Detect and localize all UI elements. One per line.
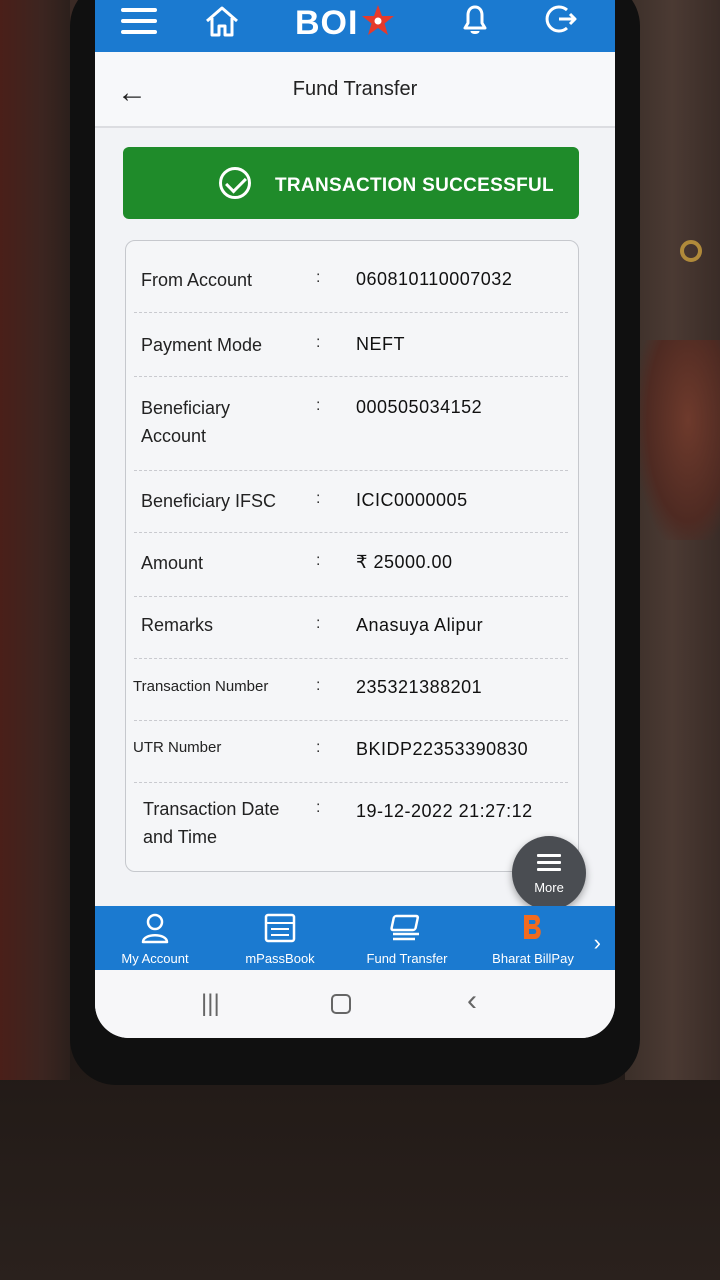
nav-label: My Account [121, 951, 189, 966]
detail-value: ICIC0000005 [356, 490, 468, 510]
bell-icon[interactable] [457, 2, 493, 36]
more-button[interactable]: More [512, 836, 586, 910]
detail-row-transaction-number: Transaction Number : 235321388201 [126, 659, 580, 721]
phone-screen: BOI ← Fund Transfer TRANSACTION SUCCESSF… [95, 0, 615, 1038]
detail-label: Transaction Date [143, 799, 280, 819]
detail-value: 235321388201 [356, 677, 483, 697]
detail-colon: : [316, 552, 321, 569]
detail-label: UTR Number [133, 739, 222, 756]
detail-colon: : [316, 799, 321, 816]
nav-label: mPassBook [245, 951, 315, 966]
detail-label: Beneficiary [141, 398, 231, 418]
detail-colon: : [316, 334, 321, 351]
detail-label: Account [141, 426, 207, 446]
detail-row-utr-number: UTR Number : BKIDP22353390830 [126, 721, 580, 783]
detail-colon: : [316, 615, 321, 632]
background-ring [680, 240, 702, 262]
detail-colon: : [316, 269, 321, 286]
transfer-icon [390, 914, 420, 941]
transaction-details-card: From Account : 060810110007032 Payment M… [125, 240, 579, 872]
chevron-right-icon[interactable]: › [594, 930, 601, 956]
detail-value: NEFT [356, 334, 405, 354]
success-message: TRANSACTION SUCCESSFUL [275, 175, 554, 196]
hamburger-icon[interactable] [121, 8, 157, 36]
detail-row-beneficiary-ifsc: Beneficiary IFSC : ICIC0000005 [126, 471, 580, 533]
detail-value: ₹ 25000.00 [356, 552, 453, 572]
success-banner: TRANSACTION SUCCESSFUL [123, 147, 579, 219]
recent-apps-icon[interactable]: ||| [201, 990, 220, 1018]
menu-icon [537, 854, 561, 875]
detail-value: 19-12-2022 21:27:12 [356, 801, 533, 821]
detail-value: 060810110007032 [356, 269, 513, 289]
detail-row-transaction-date: Transaction Date and Time : 19-12-2022 2… [126, 783, 580, 873]
detail-label: From Account [141, 270, 253, 290]
brand-logo: BOI [295, 4, 359, 42]
nav-label: Bharat BillPay [492, 951, 574, 966]
nav-fund-transfer[interactable]: Fund Transfer [357, 906, 457, 970]
page-header: ← Fund Transfer [95, 52, 615, 128]
page-title: Fund Transfer [292, 78, 418, 100]
logout-icon[interactable] [543, 2, 579, 36]
detail-colon: : [316, 739, 321, 756]
user-icon [141, 913, 169, 944]
detail-colon: : [316, 397, 321, 414]
detail-value: 000505034152 [356, 397, 483, 417]
detail-row-beneficiary-account: Beneficiary Account : 000505034152 [126, 377, 580, 471]
detail-label: Beneficiary IFSC [141, 491, 277, 511]
detail-colon: : [316, 490, 321, 507]
brand-star-icon [362, 5, 394, 35]
detail-value: BKIDP22353390830 [356, 739, 529, 759]
detail-row-remarks: Remarks : Anasuya Alipur [126, 597, 580, 659]
detail-label: Payment Mode [141, 335, 263, 355]
background-object [640, 340, 720, 540]
bharat-billpay-icon [524, 915, 541, 939]
detail-label: Remarks [141, 615, 214, 635]
detail-row-payment-mode: Payment Mode : NEFT [126, 313, 580, 377]
detail-label: Amount [141, 553, 204, 573]
home-button-icon[interactable] [331, 994, 351, 1014]
detail-value: Anasuya Alipur [356, 615, 484, 635]
detail-row-from-account: From Account : 060810110007032 [126, 241, 580, 313]
nav-my-account[interactable]: My Account [105, 906, 205, 970]
nav-label: Fund Transfer [366, 951, 448, 966]
detail-label: and Time [143, 827, 218, 847]
passbook-icon [264, 913, 296, 943]
nav-mpassbook[interactable]: mPassBook [230, 906, 330, 970]
check-circle-icon [219, 167, 251, 199]
system-navigation-bar: ||| ‹ [95, 970, 615, 1038]
nav-bharat-billpay[interactable]: Bharat BillPay [483, 906, 583, 970]
bottom-navigation: My Account mPassBook Fund Transfer Bhara… [95, 906, 615, 970]
detail-label: Transaction Number [133, 678, 269, 695]
back-button-icon[interactable]: ‹ [467, 984, 477, 1018]
more-label: More [534, 880, 564, 895]
detail-row-amount: Amount : ₹ 25000.00 [126, 533, 580, 597]
background-surface-left [0, 0, 70, 1080]
home-icon[interactable] [203, 4, 241, 38]
detail-colon: : [316, 677, 321, 694]
top-app-bar: BOI [95, 0, 615, 52]
